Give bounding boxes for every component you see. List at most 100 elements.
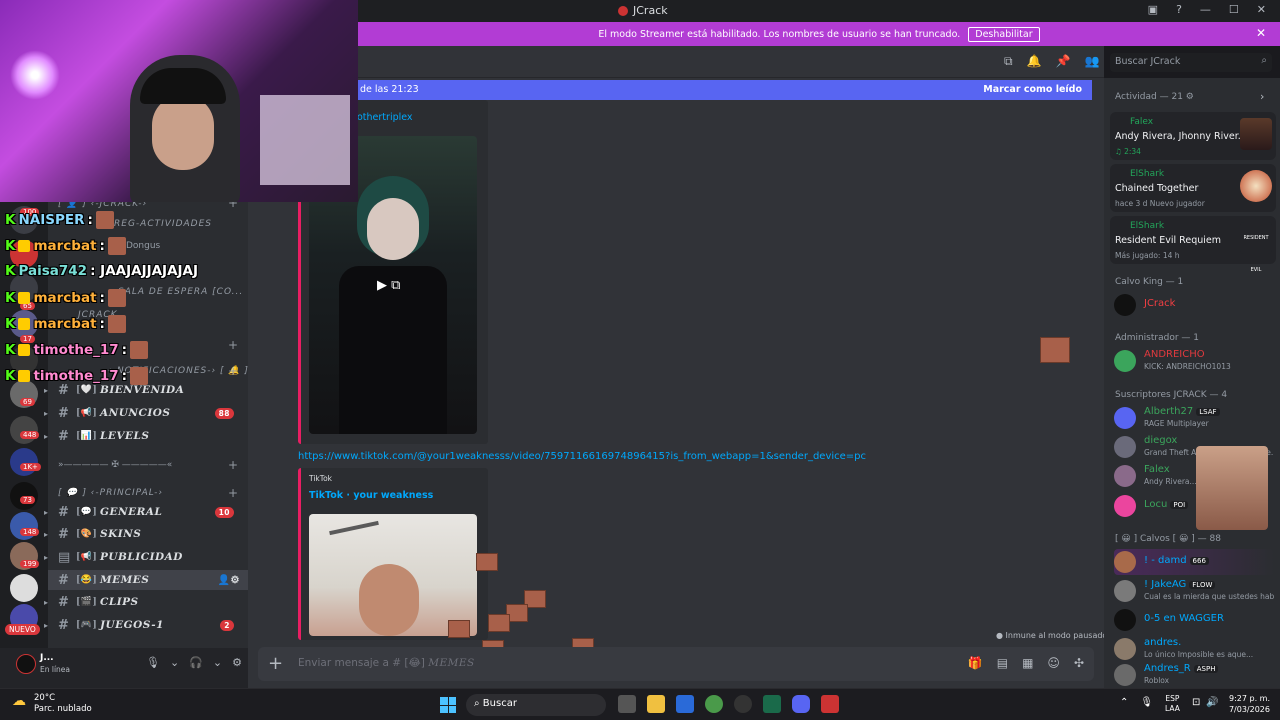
language-indicator[interactable]: ESP LAA bbox=[1165, 694, 1180, 714]
channel-name[interactable]: Dongus bbox=[126, 241, 160, 251]
message-composer[interactable]: + Enviar mensaje a # [😂] MEMES 🎁 ▤ ▦ ☺ ✣ bbox=[258, 647, 1094, 681]
weather-widget[interactable]: ☁ 20°C Parc. nublado bbox=[12, 693, 92, 715]
embed-author-link[interactable]: othertriplex bbox=[357, 112, 413, 123]
channel-clips[interactable]: ▸ # [🎬] CLIPS bbox=[44, 592, 244, 612]
obs-icon[interactable] bbox=[734, 695, 752, 713]
help-icon[interactable]: ? bbox=[1176, 3, 1182, 16]
tiktok-link[interactable]: https://www.tiktok.com/@your1weaknesss/v… bbox=[298, 451, 866, 462]
disable-streamer-button[interactable]: Deshabilitar bbox=[968, 26, 1040, 42]
avatar[interactable] bbox=[16, 654, 36, 674]
inbox-icon[interactable]: ▣ bbox=[1148, 3, 1158, 16]
slowmode-notice: ● Inmune al modo pausado bbox=[996, 631, 1107, 640]
members-icon[interactable]: 👥 bbox=[1084, 54, 1099, 69]
channel-levels[interactable]: ▸ # [📊] LEVELS bbox=[44, 426, 244, 446]
member-name: Andres_R bbox=[1144, 663, 1191, 674]
channel-anuncios[interactable]: ▸ # [📢] ANUNCIOS 88 bbox=[44, 403, 244, 423]
bell-icon[interactable]: 🔔 bbox=[1027, 54, 1042, 69]
member-item[interactable]: ! JakeAG FLOW Cual es la mierda que usted… bbox=[1114, 578, 1274, 604]
member-item[interactable]: 0-5 en WAGGER bbox=[1114, 607, 1274, 633]
task-view-icon[interactable] bbox=[618, 695, 636, 713]
new-messages-bar[interactable]: de las 21:23 Marcar como leído bbox=[358, 80, 1092, 100]
new-badge: NUEVO bbox=[5, 624, 40, 635]
gif-icon[interactable]: ▤ bbox=[997, 656, 1008, 670]
add-channel-icon[interactable]: + bbox=[228, 364, 238, 378]
jcrack-app-icon[interactable] bbox=[821, 695, 839, 713]
microphone-icon[interactable]: 🎙 bbox=[146, 656, 160, 669]
channel-emoji: [📊] bbox=[76, 431, 98, 441]
chevron-right-icon: ▸ bbox=[44, 408, 49, 418]
chevron-right-icon[interactable]: › bbox=[1260, 90, 1264, 103]
settings-gear-icon[interactable]: ⚙ bbox=[232, 656, 242, 669]
close-window-icon[interactable]: ✕ bbox=[1257, 3, 1266, 16]
chevron-down-icon[interactable]: ⌄ bbox=[213, 656, 222, 669]
chevron-up-icon[interactable]: ⌃ bbox=[1120, 697, 1128, 708]
language-code: ESP bbox=[1165, 694, 1180, 703]
activity-meta: Más jugado: 14 h bbox=[1115, 251, 1180, 260]
tiktok-thumbnail[interactable] bbox=[309, 514, 477, 636]
play-icon[interactable]: ▶ ⧉ bbox=[377, 278, 400, 293]
activity-user: ElShark bbox=[1130, 169, 1165, 179]
outlook-icon[interactable] bbox=[676, 695, 694, 713]
activity-card[interactable]: Falex Andy Rivera, Jhonny River... ♫ 2:3… bbox=[1110, 112, 1276, 160]
server-icon[interactable] bbox=[10, 448, 38, 476]
floating-emote bbox=[488, 614, 510, 632]
channel-name[interactable]: REG-ACTIVIDADES bbox=[114, 219, 212, 229]
channel-memes[interactable]: # [😂] MEMES 👤⚙ bbox=[48, 570, 248, 590]
close-icon[interactable]: ✕ bbox=[1256, 26, 1266, 40]
activity-card[interactable]: ElShark Chained Together hace 3 d Nuevo … bbox=[1110, 164, 1276, 212]
add-channel-icon[interactable]: + bbox=[228, 338, 238, 352]
app-icon bbox=[618, 5, 628, 16]
maximize-icon[interactable]: ☐ bbox=[1229, 3, 1239, 16]
clock[interactable]: 9:27 p. m. 7/03/2026 bbox=[1229, 693, 1270, 715]
sticker-icon[interactable]: ▦ bbox=[1022, 656, 1033, 670]
unread-badge: 88 bbox=[214, 407, 234, 419]
search-input[interactable]: Buscar JCrack ⌕ bbox=[1110, 53, 1272, 72]
emote-icon bbox=[107, 237, 126, 255]
member-item[interactable]: Alberth27 LSAF RAGE Multiplayer bbox=[1114, 405, 1274, 431]
add-channel-icon[interactable]: + bbox=[228, 486, 238, 500]
member-item[interactable]: JCrack bbox=[1114, 292, 1274, 318]
channel-publicidad[interactable]: ▸ ▤ [📢] PUBLICIDAD bbox=[44, 547, 244, 567]
channel-juegos[interactable]: ▸ # [🎮] JUEGOS-1 2 bbox=[44, 615, 244, 635]
window-title-text: JCrack bbox=[633, 4, 668, 17]
category-header[interactable]: [ 💬 ] ‹-PRINCIPAL-› bbox=[58, 488, 163, 498]
chrome-icon[interactable] bbox=[705, 695, 723, 713]
member-status: Roblox bbox=[1144, 676, 1170, 685]
mark-as-read-button[interactable]: Marcar como leído bbox=[983, 84, 1082, 95]
apps-icon[interactable]: ✣ bbox=[1074, 656, 1084, 670]
headphones-icon[interactable]: 🎧 bbox=[189, 656, 203, 669]
voice-channel-name[interactable]: SALA DE ESPERA [CO... bbox=[118, 287, 243, 297]
stream-chat-line: Kmarcbat: bbox=[5, 315, 126, 333]
microphone-icon[interactable]: 🎙 bbox=[1140, 697, 1153, 708]
slowmode-text: Inmune al modo pausado bbox=[1005, 631, 1108, 640]
volume-icon[interactable]: 🔊 bbox=[1206, 697, 1218, 708]
pin-icon[interactable]: 📌 bbox=[1056, 54, 1071, 69]
member-item[interactable]: Andres_R ASPH Roblox bbox=[1114, 662, 1274, 686]
stream-chat-line: K Paisa742: JAAJAJJAJAJAJ bbox=[5, 263, 198, 279]
add-attachment-icon[interactable]: + bbox=[268, 653, 283, 674]
server-icon[interactable] bbox=[10, 416, 38, 444]
add-channel-icon[interactable]: + bbox=[228, 458, 238, 472]
taskbar-search[interactable]: ⌕ Buscar bbox=[466, 694, 606, 716]
gift-icon[interactable]: 🎁 bbox=[968, 656, 983, 670]
app-icon[interactable] bbox=[763, 695, 781, 713]
invite-settings-icon[interactable]: 👤⚙ bbox=[218, 575, 240, 586]
member-item[interactable]: andres. Lo único Imposible es aque... bbox=[1114, 636, 1274, 662]
game-art: RESIDENT EVIL bbox=[1240, 222, 1272, 273]
network-icon[interactable]: ⊡ bbox=[1192, 697, 1200, 708]
file-explorer-icon[interactable] bbox=[647, 695, 665, 713]
embed-title-link[interactable]: TikTok · your weakness bbox=[309, 490, 433, 501]
emoji-icon[interactable]: ☺ bbox=[1047, 656, 1060, 670]
discord-icon[interactable] bbox=[792, 695, 810, 713]
member-name: JCrack bbox=[1144, 298, 1176, 309]
chevron-down-icon[interactable]: ⌄ bbox=[170, 656, 179, 669]
server-icon[interactable] bbox=[10, 574, 38, 602]
member-item[interactable]: ! - damd 666 bbox=[1114, 549, 1274, 575]
start-button[interactable] bbox=[440, 697, 456, 713]
minimize-icon[interactable]: — bbox=[1200, 3, 1211, 16]
channel-skins[interactable]: ▸ # [🎨] SKINS bbox=[44, 524, 244, 544]
channel-general[interactable]: ▸ # [💬] GENERAL 10 bbox=[44, 502, 244, 522]
member-item[interactable]: ANDREICHO KICK: ANDREICHO1013 bbox=[1114, 348, 1274, 374]
activity-card[interactable]: ElShark Resident Evil Requiem Más jugado… bbox=[1110, 216, 1276, 273]
threads-icon[interactable]: ⧉ bbox=[1004, 54, 1013, 69]
